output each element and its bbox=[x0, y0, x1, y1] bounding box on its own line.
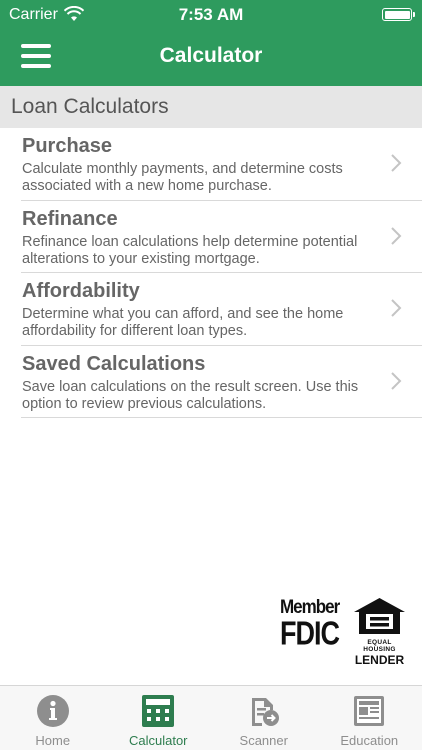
tab-label: Home bbox=[35, 733, 71, 748]
house-icon bbox=[354, 598, 405, 634]
tab-calculator[interactable]: Calculator bbox=[106, 686, 212, 750]
list-item-description: Refinance loan calculations help determi… bbox=[22, 233, 358, 267]
scanner-icon bbox=[251, 698, 279, 726]
tab-label: Calculator bbox=[128, 733, 188, 748]
calculator-icon bbox=[142, 695, 175, 727]
fdic-name-text: FDIC bbox=[280, 614, 340, 652]
tab-education[interactable]: Education bbox=[317, 686, 422, 750]
compliance-logos: Member FDIC EQUAL HOUSING LENDER bbox=[280, 596, 410, 667]
list-item-purchase[interactable]: Purchase Calculate monthly payments, and… bbox=[0, 128, 422, 201]
page-title: Calculator bbox=[159, 44, 263, 67]
battery-icon bbox=[382, 8, 415, 21]
list-item-saved-calculations[interactable]: Saved Calculations Save loan calculation… bbox=[0, 346, 422, 418]
chevron-right-icon bbox=[391, 226, 402, 245]
clock: 7:53 AM bbox=[178, 5, 244, 24]
list-item-description: Determine what you can afford, and see t… bbox=[22, 306, 344, 339]
equal-housing-text: EQUAL HOUSING bbox=[363, 639, 396, 653]
newspaper-icon bbox=[354, 696, 385, 726]
equal-housing-lender-logo: EQUAL HOUSING LENDER bbox=[353, 597, 406, 667]
list-item-description: Save loan calculations on the result scr… bbox=[22, 378, 359, 412]
list-item-title: Affordability bbox=[22, 280, 140, 302]
list-item-title: Saved Calculations bbox=[22, 352, 206, 375]
list-item-affordability[interactable]: Affordability Determine what you can aff… bbox=[0, 273, 422, 346]
list-item-title: Purchase bbox=[22, 135, 113, 157]
section-title: Loan Calculators bbox=[11, 95, 169, 118]
tab-scanner[interactable]: Scanner bbox=[211, 686, 317, 750]
calculator-list: Purchase Calculate monthly payments, and… bbox=[0, 128, 422, 418]
tab-bar: Home Calculator Scanner Education bbox=[0, 685, 422, 750]
tab-label: Scanner bbox=[239, 733, 288, 748]
section-header: Loan Calculators bbox=[0, 86, 422, 128]
tab-label: Education bbox=[340, 733, 399, 748]
fdic-logo: Member FDIC bbox=[280, 596, 340, 651]
list-item-title: Refinance bbox=[22, 207, 118, 230]
row-separator bbox=[21, 417, 422, 418]
list-item-refinance[interactable]: Refinance Refinance loan calculations he… bbox=[0, 201, 422, 273]
status-bar: Carrier 7:53 AM bbox=[0, 0, 422, 30]
navigation-bar: Calculator bbox=[0, 30, 422, 86]
lender-text: LENDER bbox=[354, 653, 405, 667]
info-icon bbox=[36, 695, 69, 727]
list-item-description: Calculate monthly payments, and determin… bbox=[22, 161, 343, 194]
tab-home[interactable]: Home bbox=[0, 686, 106, 750]
chevron-right-icon bbox=[391, 299, 402, 317]
chevron-right-icon bbox=[391, 371, 402, 390]
chevron-right-icon bbox=[391, 154, 402, 172]
